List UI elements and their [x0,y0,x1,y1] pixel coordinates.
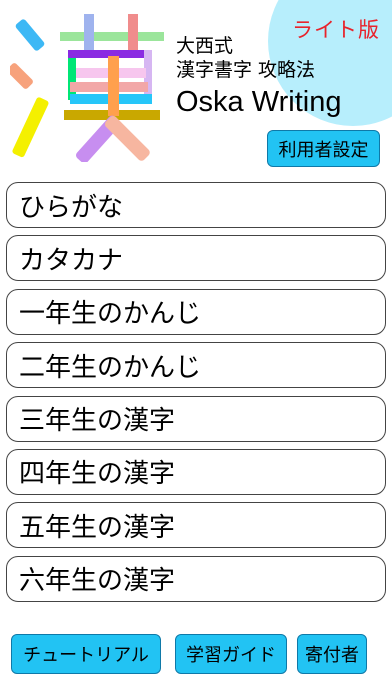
menu-item-hiragana[interactable]: ひらがな [6,182,386,228]
menu-item-katakana[interactable]: カタカナ [6,235,386,282]
app-subtitle: 大西式 漢字書字 攻略法 [176,34,315,82]
bottom-toolbar: チュートリアル 学習ガイド 寄付者 [0,634,392,678]
menu-item-grade-5[interactable]: 五年生の漢字 [6,502,386,549]
menu-item-grade-3[interactable]: 三年生の漢字 [6,395,386,442]
home-screen: ライト版 大西式 漢字書字 攻略法 Oska Writing 利用者設定 ひらが… [0,0,392,696]
menu-item-grade-2[interactable]: 二年生のかんじ [6,342,386,389]
app-brand-name: Oska Writing [176,86,342,118]
subtitle-line-2: 漢字書字 攻略法 [176,59,316,81]
subtitle-line-1: 大西式 [176,35,234,57]
tutorial-button[interactable]: チュートリアル [11,634,161,674]
menu-item-grade-6[interactable]: 六年生の漢字 [6,555,386,602]
user-settings-button[interactable]: 利用者設定 [267,130,380,167]
study-guide-button[interactable]: 学習ガイド [175,634,287,674]
grade-menu: ひらがな カタカナ 一年生のかんじ 二年生のかんじ 三年生の漢字 四年生の漢字 … [6,182,386,609]
donors-button[interactable]: 寄付者 [297,634,367,674]
menu-item-grade-1[interactable]: 一年生のかんじ [6,288,386,335]
menu-item-grade-4[interactable]: 四年生の漢字 [6,448,386,495]
kanji-logo-icon [10,14,164,162]
